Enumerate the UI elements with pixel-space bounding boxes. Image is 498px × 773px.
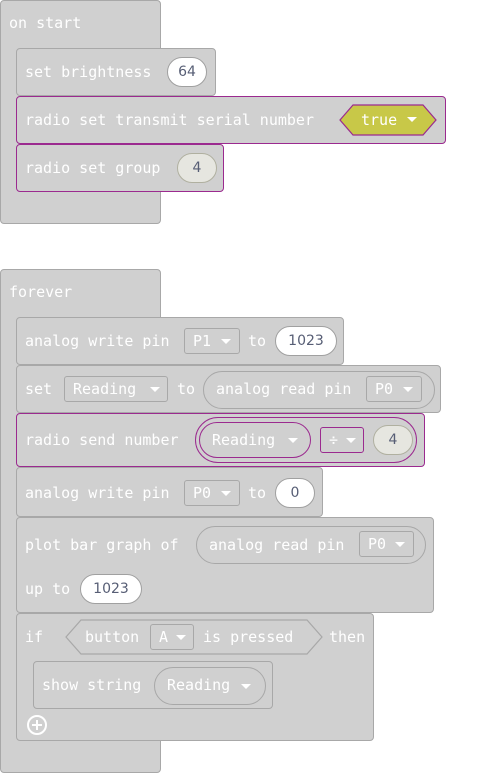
- set-label: set: [25, 380, 53, 398]
- divisor-value-input[interactable]: 4: [373, 425, 413, 455]
- chevron-down-icon: [403, 387, 413, 392]
- read-pin-value-1: P0: [375, 380, 394, 398]
- radio-set-transmit-block[interactable]: radio set transmit serial number true: [16, 96, 446, 144]
- analog-write-label-2: analog write pin: [25, 484, 170, 502]
- show-string-label: show string: [42, 676, 142, 694]
- set-brightness-block[interactable]: set brightness 64: [16, 48, 216, 96]
- show-string-block[interactable]: show string Reading: [33, 661, 273, 709]
- reading-variable-label-2: Reading: [167, 676, 231, 694]
- read-pin-dropdown-2[interactable]: P0: [359, 531, 414, 557]
- analog-read-label-1: analog read pin: [216, 380, 352, 398]
- on-start-label: on start: [9, 14, 82, 32]
- set-brightness-label: set brightness: [25, 63, 152, 81]
- plot-bar-graph-block[interactable]: plot bar graph of analog read pin P0 up …: [16, 517, 434, 613]
- radio-send-number-block[interactable]: radio send number Reading ÷ 4: [16, 413, 425, 467]
- add-else-plus-icon[interactable]: [27, 715, 47, 735]
- set-to-label: to: [177, 380, 196, 398]
- write-value-input-1[interactable]: 1023: [275, 326, 337, 356]
- pin-dropdown-2[interactable]: P0: [184, 480, 240, 506]
- up-to-value-input[interactable]: 1023: [80, 574, 142, 604]
- radio-set-transmit-label: radio set transmit serial number: [25, 111, 314, 129]
- button-label: button: [85, 628, 140, 646]
- chevron-down-icon: [407, 117, 417, 122]
- then-label: then: [329, 628, 366, 646]
- operator-dropdown[interactable]: ÷: [320, 427, 364, 453]
- chevron-down-icon: [221, 491, 231, 496]
- analog-write-label-1: analog write pin: [25, 332, 170, 350]
- to-label-2: to: [248, 484, 267, 502]
- chevron-down-icon: [150, 387, 160, 392]
- analog-read-label-2: analog read pin: [209, 536, 345, 554]
- button-dropdown[interactable]: A: [150, 624, 194, 650]
- radio-set-group-block[interactable]: radio set group 4: [16, 144, 224, 192]
- if-then-block[interactable]: if button A is pressed then show string …: [16, 613, 374, 741]
- chevron-down-icon: [346, 438, 356, 443]
- forever-label: forever: [9, 283, 73, 301]
- chevron-down-icon: [221, 339, 231, 344]
- read-pin-value-2: P0: [368, 535, 387, 553]
- pin-value-1: P1: [193, 332, 212, 350]
- pin-value-2: P0: [193, 484, 212, 502]
- if-label: if: [25, 628, 44, 646]
- brightness-value-input[interactable]: 64: [167, 57, 207, 87]
- variable-value: Reading: [73, 380, 137, 398]
- chevron-down-icon: [395, 542, 405, 547]
- is-pressed-label: is pressed: [203, 628, 294, 646]
- reading-variable-label: Reading: [212, 431, 276, 449]
- chevron-down-icon: [288, 438, 298, 443]
- operator-value: ÷: [329, 431, 339, 449]
- analog-write-block-1[interactable]: analog write pin P1 to 1023: [16, 317, 344, 365]
- plot-bar-graph-label: plot bar graph of: [25, 536, 179, 554]
- to-label-1: to: [248, 332, 267, 350]
- write-value-input-2[interactable]: 0: [275, 478, 315, 508]
- radio-send-label: radio send number: [25, 431, 179, 449]
- read-pin-dropdown-1[interactable]: P0: [366, 376, 422, 402]
- up-to-label: up to: [25, 580, 71, 598]
- chevron-down-icon: [241, 684, 251, 689]
- transmit-boolean-value: true: [361, 111, 398, 129]
- group-value-input[interactable]: 4: [177, 153, 217, 183]
- analog-write-block-2[interactable]: analog write pin P0 to 0: [16, 467, 323, 517]
- chevron-down-icon: [176, 635, 186, 640]
- radio-set-group-label: radio set group: [25, 159, 161, 177]
- set-reading-block[interactable]: set Reading to analog read pin P0: [16, 365, 441, 413]
- pin-dropdown-1[interactable]: P1: [184, 328, 240, 354]
- button-value: A: [159, 628, 169, 646]
